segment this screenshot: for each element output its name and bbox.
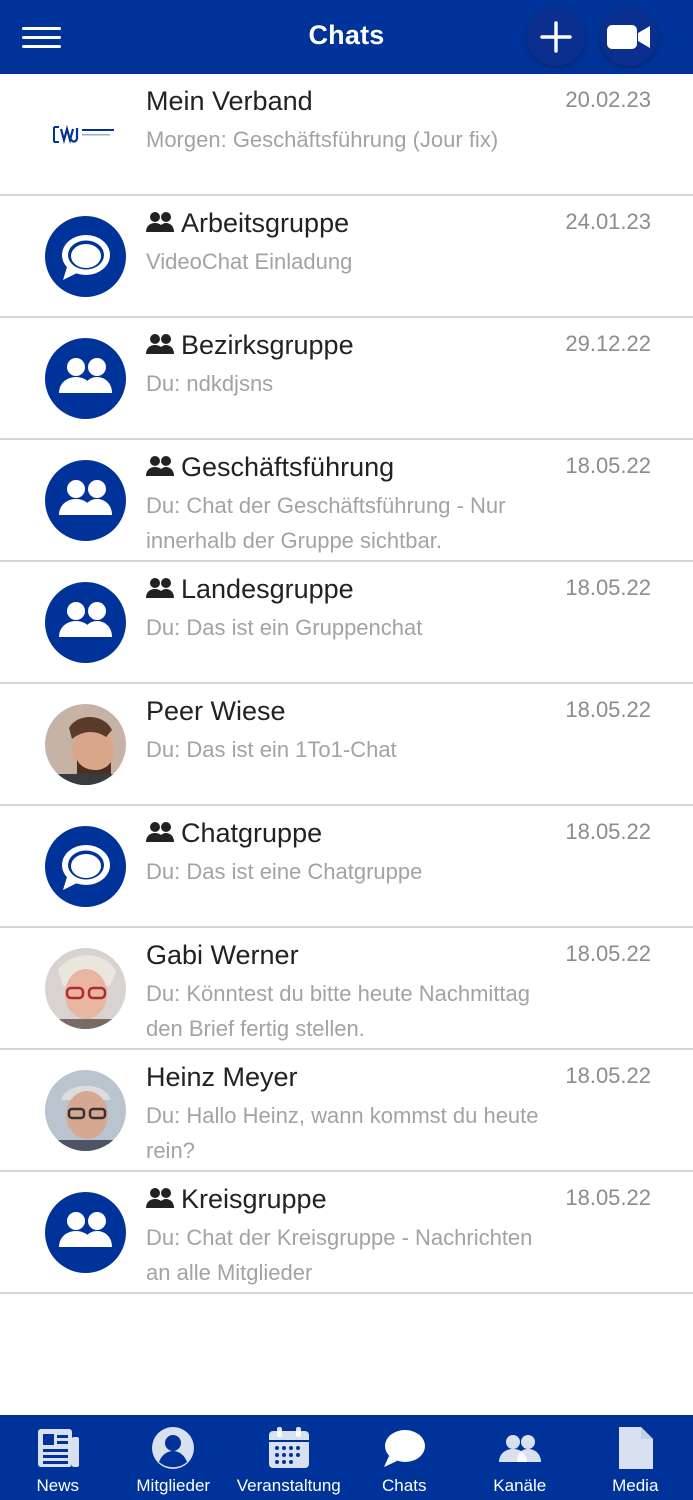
chat-row[interactable]: Geschäftsführung 18.05.22 Du: Chat der G… [0, 440, 693, 562]
chat-preview: Du: Hallo Heinz, wann kommst du heute re… [146, 1103, 539, 1163]
bottom-tab-bar: News Mitglieder Veranstaltung Chats Kanä… [0, 1415, 693, 1500]
chat-row[interactable]: Kreisgruppe 18.05.22 Du: Chat der Kreisg… [0, 1172, 693, 1294]
chat-name: Landesgruppe [146, 574, 354, 605]
chat-row[interactable]: Chatgruppe 18.05.22 Du: Das ist eine Cha… [0, 806, 693, 928]
chat-name: Geschäftsführung [146, 452, 394, 483]
tab-news[interactable]: News [0, 1415, 116, 1500]
chat-name: Chatgruppe [146, 818, 322, 849]
chat-preview: Du: Chat der Geschäftsführung - Nur inne… [146, 493, 506, 553]
avatar [45, 1192, 126, 1273]
calendar-icon [266, 1425, 312, 1471]
chat-date: 24.01.23 [565, 209, 651, 234]
video-call-button[interactable] [600, 8, 658, 66]
chat-row[interactable]: Mein Verband 20.02.23 Morgen: Geschäftsf… [0, 74, 693, 196]
chat-date: 18.05.22 [565, 453, 651, 478]
avatar [45, 338, 126, 419]
chat-row[interactable]: Landesgruppe 18.05.22 Du: Das ist ein Gr… [0, 562, 693, 684]
video-camera-icon [607, 25, 650, 49]
chat-date: 18.05.22 [565, 575, 651, 600]
tab-label: Mitglieder [136, 1476, 211, 1495]
chat-row[interactable]: Peer Wiese 18.05.22 Du: Das ist ein 1To1… [0, 684, 693, 806]
chat-preview: Du: ndkdjsns [146, 371, 274, 396]
group-icon [146, 212, 174, 232]
chat-date: 18.05.22 [565, 941, 651, 966]
avatar [45, 460, 126, 541]
newspaper-icon [35, 1425, 81, 1471]
users-icon [497, 1425, 543, 1471]
chat-name: Heinz Meyer [146, 1062, 298, 1092]
chat-preview: Du: Könntest du bitte heute Nachmittag d… [146, 981, 531, 1041]
chat-list: Mein Verband 20.02.23 Morgen: Geschäftsf… [0, 74, 693, 1294]
tab-label: News [36, 1476, 79, 1495]
tab-label: Chats [382, 1476, 427, 1495]
tab-veranstaltung[interactable]: Veranstaltung [231, 1415, 347, 1500]
avatar [45, 582, 126, 663]
chat-row[interactable]: Heinz Meyer 18.05.22 Du: Hallo Heinz, wa… [0, 1050, 693, 1172]
chat-name: Peer Wiese [146, 696, 286, 726]
chat-name: Bezirksgruppe [146, 330, 354, 361]
tab-label: Veranstaltung [236, 1476, 341, 1495]
chat-preview: VideoChat Einladung [146, 249, 353, 274]
plus-icon [540, 21, 572, 53]
chat-row[interactable]: Arbeitsgruppe 24.01.23 VideoChat Einladu… [0, 196, 693, 318]
document-icon [612, 1425, 658, 1471]
tab-label: Media [612, 1476, 659, 1495]
tab-label: Kanäle [493, 1476, 547, 1495]
wj-logo [53, 124, 114, 145]
group-icon [146, 822, 174, 842]
avatar [45, 826, 126, 907]
avatar [45, 216, 126, 297]
avatar [45, 948, 126, 1029]
chat-preview: Du: Das ist ein Gruppenchat [146, 615, 423, 640]
group-icon [146, 578, 174, 598]
page-title: Chats [308, 20, 385, 50]
chat-preview: Morgen: Geschäftsführung (Jour fix) [146, 127, 499, 152]
tab-media[interactable]: Media [578, 1415, 693, 1500]
chat-date: 29.12.22 [565, 331, 651, 356]
chat-date: 18.05.22 [565, 1185, 651, 1210]
tab-mitglieder[interactable]: Mitglieder [116, 1415, 232, 1500]
avatar [45, 704, 126, 785]
chat-preview: Du: Das ist eine Chatgruppe [146, 859, 423, 884]
avatar [45, 1070, 126, 1151]
group-icon [146, 334, 174, 354]
chat-bubbles-icon [381, 1425, 427, 1471]
chat-name: Kreisgruppe [146, 1184, 327, 1215]
chat-date: 20.02.23 [565, 87, 651, 112]
group-icon [146, 1188, 174, 1208]
new-chat-button[interactable] [527, 8, 585, 66]
chat-date: 18.05.22 [565, 819, 651, 844]
chat-name: Gabi Werner [146, 940, 299, 970]
chat-preview: Du: Chat der Kreisgruppe - Nachrichten a… [146, 1225, 533, 1285]
chat-preview: Du: Das ist ein 1To1-Chat [146, 737, 397, 762]
chat-date: 18.05.22 [565, 1063, 651, 1088]
tab-kanaele[interactable]: Kanäle [462, 1415, 578, 1500]
chat-name: Arbeitsgruppe [146, 208, 349, 239]
group-icon [146, 456, 174, 476]
chat-row[interactable]: Bezirksgruppe 29.12.22 Du: ndkdjsns [0, 318, 693, 440]
user-circle-icon [150, 1425, 196, 1471]
chat-date: 18.05.22 [565, 697, 651, 722]
tab-chats[interactable]: Chats [347, 1415, 463, 1500]
chat-row[interactable]: Gabi Werner 18.05.22 Du: Könntest du bit… [0, 928, 693, 1050]
chat-name: Mein Verband [146, 86, 313, 116]
app-header: Chats [0, 0, 693, 74]
